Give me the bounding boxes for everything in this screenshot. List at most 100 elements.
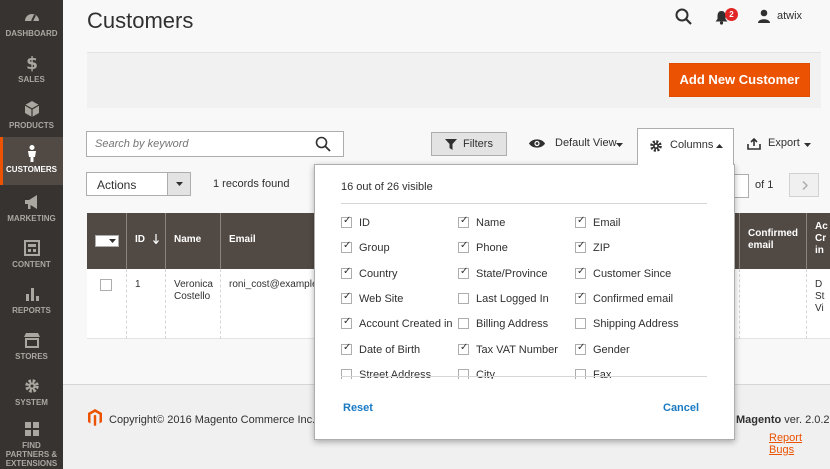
sidebar-item-label: DASHBOARD [5, 29, 58, 38]
cell-name-line1: Veronica [174, 279, 213, 290]
column-header-label: Name [174, 234, 202, 245]
column-option-checkbox[interactable] [341, 368, 352, 379]
columns-dropdown-panel: 16 out of 26 visible ID Name Email Group Pho… [314, 164, 735, 440]
filter-icon [445, 139, 457, 150]
gear-icon [650, 140, 662, 152]
column-option-label: Last Logged In [476, 292, 549, 305]
sidebar-item-label: PRODUCTS [9, 121, 54, 130]
row-checkbox[interactable] [100, 279, 112, 291]
sidebar-item-dashboard[interactable]: DASHBOARD [0, 8, 63, 54]
column-option-checkbox[interactable] [575, 266, 586, 279]
column-option-checkbox[interactable] [458, 240, 469, 254]
export-label: Export [768, 137, 800, 149]
column-option-checkbox[interactable] [458, 368, 469, 379]
column-option-checkbox[interactable] [575, 318, 586, 330]
column-header-confirmed-email[interactable]: Confirmed email [739, 213, 806, 269]
add-new-customer-button[interactable]: Add New Customer [669, 63, 810, 97]
export-dropdown[interactable]: Export [747, 132, 817, 156]
column-option-checkbox[interactable] [458, 215, 469, 228]
actions-label: Actions [97, 178, 137, 192]
global-search-icon[interactable] [675, 8, 692, 25]
page-number-input[interactable] [734, 174, 749, 198]
chevron-down-icon [109, 239, 116, 243]
sidebar-item-stores[interactable]: STORES [0, 331, 63, 377]
column-option-checkbox[interactable] [458, 292, 469, 304]
column-option-checkbox[interactable] [341, 316, 352, 330]
column-header-id[interactable]: ID [126, 213, 165, 269]
column-option-checkbox[interactable] [575, 215, 586, 228]
sidebar-item-sales[interactable]: $ SALES [0, 54, 63, 100]
column-option-checkbox[interactable] [341, 240, 352, 254]
column-option-label: Group [359, 242, 390, 255]
sidebar-item-label: STORES [15, 352, 48, 361]
sidebar-item-content[interactable]: CONTENT [0, 239, 63, 285]
filters-label: Filters [463, 138, 493, 150]
cell-line3: Vi [815, 303, 824, 314]
column-option-label: Name [476, 217, 506, 229]
chevron-down-icon [616, 143, 623, 147]
sidebar-item-reports[interactable]: REPORTS [0, 285, 63, 331]
column-option-label: State/Province [476, 267, 548, 280]
column-option-checkbox[interactable] [575, 240, 586, 254]
column-header-name[interactable]: Name [165, 213, 220, 269]
notifications-count-badge[interactable]: 2 [725, 8, 738, 21]
column-option-checkbox[interactable] [341, 291, 352, 304]
column-header-label: ID [135, 234, 145, 245]
column-option-checkbox[interactable] [575, 342, 586, 355]
cell-account-created-in: D St Vi [806, 269, 830, 339]
column-header-label: Email [229, 234, 256, 245]
column-header-account-created-in[interactable]: Ac Cr in [806, 213, 830, 269]
column-option-checkbox[interactable] [458, 266, 469, 279]
search-icon[interactable] [315, 136, 331, 152]
cancel-columns-button[interactable]: Cancel [663, 402, 699, 414]
content-icon [23, 240, 40, 256]
view-label: Default View [555, 137, 617, 149]
column-option-checkbox[interactable] [458, 342, 469, 355]
mass-actions-select[interactable]: Actions [86, 172, 191, 196]
column-option-label: Billing Address [476, 318, 549, 331]
default-view-dropdown[interactable]: Default View [528, 132, 628, 156]
cell-line1: D [815, 279, 823, 290]
sidebar-item-marketing[interactable]: MARKETING [0, 193, 63, 239]
user-icon[interactable] [757, 9, 771, 23]
column-option-label: Web Site [359, 292, 404, 305]
chevron-down-icon [176, 182, 183, 186]
brand-name: Magento [736, 414, 782, 426]
actions-arrow [167, 173, 190, 195]
columns-dropdown-button[interactable]: Columns [637, 128, 734, 165]
filters-button[interactable]: Filters [431, 132, 507, 156]
chevron-up-icon [716, 144, 723, 148]
user-account-name[interactable]: atwix [777, 10, 802, 22]
column-option-checkbox[interactable] [341, 342, 352, 355]
column-option-label: ID [359, 217, 370, 229]
row-select-cell [87, 269, 126, 339]
column-option-label: City [476, 368, 495, 379]
column-option-label: Tax VAT Number [476, 343, 558, 356]
next-page-button[interactable] [789, 173, 819, 197]
mass-select-checkbox[interactable] [95, 235, 119, 247]
column-option-checkbox[interactable] [341, 266, 352, 279]
visible-columns-count: 16 out of 26 visible [341, 181, 433, 193]
column-option-checkbox[interactable] [575, 291, 586, 304]
eye-icon [529, 139, 545, 148]
report-bugs-link[interactable]: Report Bugs [769, 432, 830, 456]
sidebar-item-customers[interactable]: CUSTOMERS [0, 137, 63, 185]
columns-label: Columns [670, 139, 714, 151]
cube-icon [24, 101, 39, 117]
reset-columns-button[interactable]: Reset [343, 402, 373, 414]
columns-options-list[interactable]: ID Name Email Group Phone ZIP Country State/Pro… [337, 213, 717, 379]
sidebar-item-label: MARKETING [7, 214, 56, 223]
column-option-checkbox[interactable] [458, 318, 469, 330]
column-option-checkbox[interactable] [341, 215, 352, 228]
version-text: Magento ver. 2.0.2 [736, 414, 830, 426]
svg-text:$: $ [26, 54, 38, 72]
person-icon [27, 145, 36, 162]
admin-sidebar: DASHBOARD $ SALES PRODUCTS CUSTOMERS MAR… [0, 0, 63, 469]
sidebar-item-system[interactable]: SYSTEM [0, 377, 63, 423]
sidebar-item-find-partners[interactable]: FIND PARTNERS & EXTENSIONS [0, 420, 63, 468]
column-option-label: Phone [476, 242, 508, 255]
chevron-down-icon [804, 143, 811, 147]
search-input[interactable] [95, 138, 305, 150]
column-option-checkbox[interactable] [575, 368, 586, 379]
sidebar-item-label: FIND PARTNERS & EXTENSIONS [5, 441, 58, 468]
